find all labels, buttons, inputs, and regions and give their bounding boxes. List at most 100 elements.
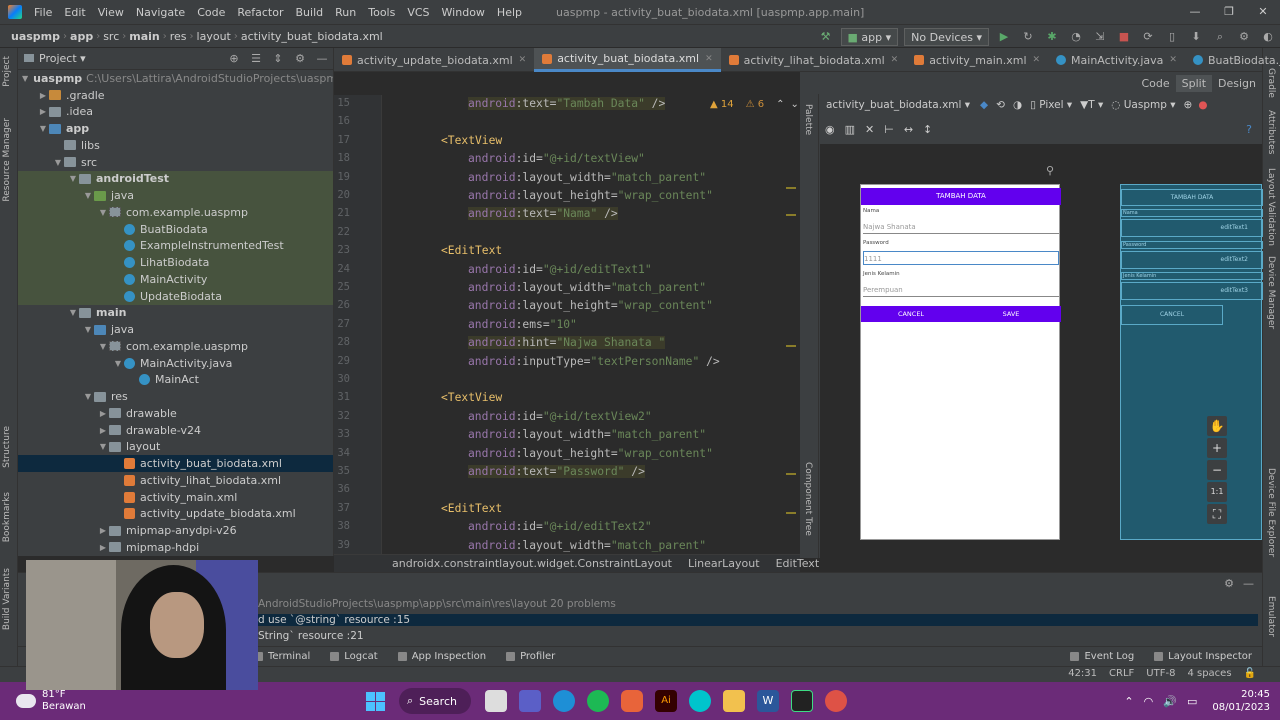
expand-all-icon[interactable]: ⇕: [267, 52, 289, 65]
breadcrumb-item[interactable]: main: [126, 30, 163, 43]
tree-item[interactable]: activity_update_biodata.xml: [18, 506, 333, 523]
code-line[interactable]: 17 <TextView: [334, 134, 800, 152]
canva-icon[interactable]: [689, 690, 711, 712]
wifi-icon[interactable]: ◠: [1144, 695, 1154, 708]
tree-item[interactable]: BuatBiodata: [18, 220, 333, 238]
sync-icon[interactable]: ⟳: [1140, 29, 1156, 45]
teams-icon[interactable]: [519, 690, 541, 712]
tree-item[interactable]: ▼ com.example.uaspmp: [18, 338, 333, 355]
menu-edit[interactable]: Edit: [58, 6, 91, 19]
warning-marker[interactable]: [786, 214, 796, 216]
menu-code[interactable]: Code: [191, 6, 231, 19]
breadcrumb-item[interactable]: uaspmp: [8, 30, 63, 43]
app-inspection-tab[interactable]: App Inspection: [388, 651, 496, 662]
chevron-down-icon[interactable]: ▼: [112, 359, 124, 368]
menu-view[interactable]: View: [92, 6, 130, 19]
close-tab-icon[interactable]: ✕: [705, 54, 713, 64]
preview-save-button[interactable]: SAVE: [961, 306, 1061, 322]
chevron-down-icon[interactable]: ▼: [52, 158, 64, 167]
breadcrumb-item[interactable]: src: [100, 30, 122, 43]
tree-item[interactable]: ▶ mipmap-hdpi: [18, 539, 333, 556]
search-icon[interactable]: ⌕: [1212, 29, 1228, 45]
code-line[interactable]: 31 <TextView: [334, 391, 800, 409]
tree-item[interactable]: activity_lihat_biodata.xml: [18, 472, 333, 489]
tool-layout-validation[interactable]: Layout Validation: [1266, 168, 1276, 246]
chevron-down-icon[interactable]: ▼: [82, 191, 94, 200]
design-mode-button[interactable]: Design: [1212, 75, 1262, 92]
layout-inspector-tab[interactable]: Layout Inspector: [1144, 651, 1262, 662]
code-line[interactable]: 23 <EditText: [334, 244, 800, 262]
chrome-icon[interactable]: [825, 690, 847, 712]
tree-item[interactable]: ▼ androidTest: [18, 170, 333, 188]
preview-label-password[interactable]: Password: [863, 240, 889, 246]
tool-gradle[interactable]: Gradle: [1266, 68, 1276, 98]
chevron-right-icon[interactable]: ▶: [37, 107, 49, 116]
close-icon[interactable]: ✕: [1246, 0, 1280, 24]
chevron-right-icon[interactable]: ▶: [97, 409, 109, 418]
warning-marker[interactable]: [786, 473, 796, 475]
editor-breadcrumb-item[interactable]: androidx.constraintlayout.widget.Constra…: [334, 557, 680, 570]
design-surface[interactable]: ⚲ TAMBAH DATA Nama Najwa Shanata Passwor…: [820, 144, 1263, 558]
device-select[interactable]: ▯ Pixel ▾: [1026, 99, 1076, 111]
code-line[interactable]: 26 android:layout_height="wrap_content": [334, 299, 800, 317]
pan-icon[interactable]: ✋: [1207, 416, 1227, 436]
caret-position[interactable]: 42:31: [1062, 668, 1103, 679]
tree-item[interactable]: ▼ uaspmp C:\Users\Lattira\AndroidStudioPro…: [18, 70, 333, 87]
view-options-icon[interactable]: ◉: [820, 123, 840, 136]
tree-item[interactable]: ▶ mipmap-anydpi-v26: [18, 522, 333, 539]
tree-item[interactable]: ▶ .gradle: [18, 87, 333, 104]
menu-vcs[interactable]: VCS: [401, 6, 435, 19]
constraints-toggle-icon[interactable]: ✕: [860, 123, 879, 136]
code-line[interactable]: 35 android:text="Password" />: [334, 465, 800, 483]
device-manager-icon[interactable]: ▯: [1164, 29, 1180, 45]
attach-debugger-icon[interactable]: ⇲: [1092, 29, 1108, 45]
menu-build[interactable]: Build: [290, 6, 330, 19]
tool-attributes[interactable]: Attributes: [1266, 110, 1276, 154]
problem-item[interactable]: d use `@string` resource :15: [258, 614, 1258, 626]
tree-item[interactable]: LihatBiodata: [18, 254, 333, 271]
illustrator-icon[interactable]: Ai: [655, 690, 677, 712]
code-line[interactable]: 20 android:layout_height="wrap_content": [334, 189, 800, 207]
orientation-icon[interactable]: ⟲: [992, 99, 1009, 111]
breadcrumb-item[interactable]: layout: [194, 30, 234, 43]
close-tab-icon[interactable]: ✕: [1169, 55, 1177, 65]
code-line[interactable]: 36: [334, 483, 800, 501]
code-editor[interactable]: 15 android:text="Tambah Data" /> 16 17 <Text…: [334, 95, 800, 555]
editor-tab[interactable]: activity_buat_biodata.xml ✕: [534, 48, 721, 72]
profiler-tab[interactable]: Profiler: [496, 651, 565, 662]
maximize-icon[interactable]: ❐: [1212, 0, 1246, 24]
tree-item[interactable]: libs: [18, 137, 333, 154]
debug-icon[interactable]: ✱: [1044, 29, 1060, 45]
close-tab-icon[interactable]: ✕: [1033, 55, 1041, 65]
chevron-down-icon[interactable]: ▼: [37, 124, 49, 133]
tree-item[interactable]: ▶ drawable: [18, 405, 333, 422]
chevron-down-icon[interactable]: ▼: [97, 208, 109, 217]
locate-icon[interactable]: ⊕: [223, 52, 245, 65]
code-line[interactable]: 30: [334, 373, 800, 391]
warning-marker[interactable]: [786, 345, 796, 347]
problems-indicator[interactable]: ▲ 14 ⚠ 6 ⌃ ⌄: [710, 99, 805, 110]
pack-icon[interactable]: ↔: [899, 123, 918, 136]
preview-field-password[interactable]: 1111: [863, 251, 1059, 265]
indent-setting[interactable]: 4 spaces: [1181, 668, 1237, 679]
account-icon[interactable]: ◐: [1260, 29, 1276, 45]
code-line[interactable]: 27 android:ems="10": [334, 318, 800, 336]
line-separator[interactable]: CRLF: [1103, 668, 1140, 679]
breadcrumb-item[interactable]: res: [167, 30, 190, 43]
code-line[interactable]: 18 android:id="@+id/textView": [334, 152, 800, 170]
code-line[interactable]: 19 android:layout_width="match_parent": [334, 171, 800, 189]
menu-navigate[interactable]: Navigate: [130, 6, 191, 19]
tree-item[interactable]: ▼ java: [18, 187, 333, 204]
zoom-actual-icon[interactable]: 1:1: [1207, 482, 1227, 502]
tool-palette[interactable]: Palette: [803, 104, 813, 135]
tool-structure[interactable]: Structure: [2, 426, 12, 468]
chevron-down-icon[interactable]: ▼: [82, 325, 94, 334]
task-view-icon[interactable]: [485, 690, 507, 712]
file-encoding[interactable]: UTF-8: [1140, 668, 1181, 679]
code-mode-button[interactable]: Code: [1135, 75, 1175, 92]
tree-item[interactable]: MainActivity: [18, 271, 333, 288]
code-line[interactable]: 34 android:layout_height="wrap_content": [334, 447, 800, 465]
tree-item[interactable]: ▶ drawable-v24: [18, 422, 333, 439]
battery-icon[interactable]: ▭: [1187, 695, 1197, 708]
zoom-out-icon[interactable]: −: [1207, 460, 1227, 480]
